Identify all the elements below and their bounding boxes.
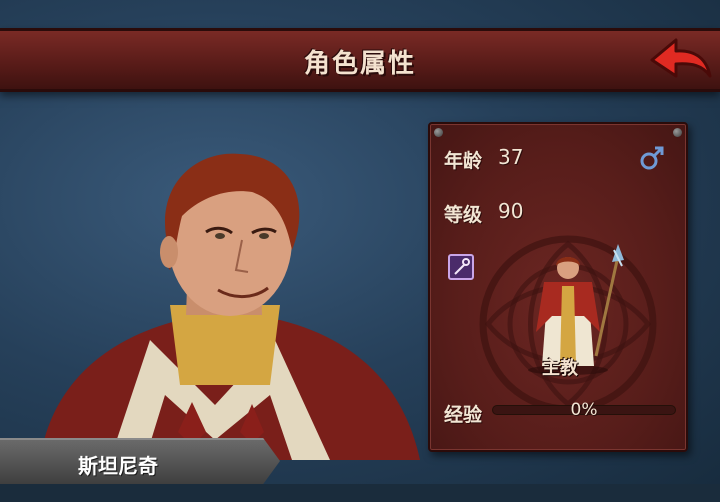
exp-label: 经验: [444, 404, 483, 426]
character-attributes-screen: 角色属性 年龄 37 等级 90 主教 经验 0% 斯坦尼奇: [0, 0, 720, 502]
character-name: 斯坦尼奇: [78, 454, 158, 478]
class-name: 主教: [542, 358, 578, 379]
staff-icon: [448, 254, 474, 280]
name-plate: 斯坦尼奇: [0, 438, 280, 484]
page-title: 角色属性: [303, 49, 416, 79]
age-label: 年龄: [444, 150, 483, 172]
back-arrow-icon: [650, 38, 712, 78]
stats-panel: 年龄 37 等级 90 主教 经验 0%: [428, 122, 688, 452]
title-banner: 角色属性: [0, 28, 720, 92]
age-value: 37: [498, 145, 524, 169]
male-icon: [640, 146, 664, 170]
rivet: [434, 128, 443, 137]
back-button[interactable]: [648, 34, 714, 84]
character-portrait: [40, 153, 420, 460]
level-value: 90: [498, 199, 524, 223]
bottom-strip: [0, 484, 720, 502]
exp-value: 0%: [570, 400, 598, 420]
rivet: [673, 128, 682, 137]
level-label: 等级: [444, 204, 483, 226]
